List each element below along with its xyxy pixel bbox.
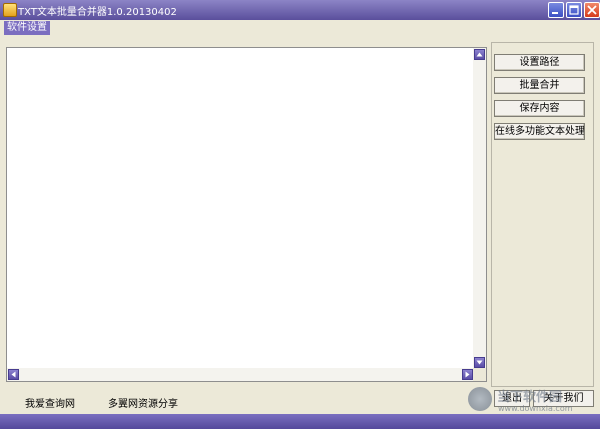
app-icon (3, 3, 17, 17)
online-text-tool-button[interactable]: 在线多功能文本处理 (494, 123, 585, 140)
close-icon (587, 5, 597, 15)
save-content-button[interactable]: 保存内容 (494, 100, 585, 117)
vertical-scrollbar[interactable] (473, 48, 486, 369)
minimize-icon (552, 12, 558, 14)
footer-bar (0, 414, 600, 429)
scroll-right-button[interactable] (462, 369, 473, 380)
title-bar[interactable]: TXT文本批量合并器1.0.20130402 (0, 0, 600, 20)
menu-item-settings[interactable]: 软件设置 (4, 21, 50, 35)
set-path-button[interactable]: 设置路径 (494, 54, 585, 71)
horizontal-scrollbar[interactable] (7, 368, 474, 381)
arrow-left-icon (11, 371, 16, 378)
arrow-right-icon (465, 371, 470, 378)
window-title: TXT文本批量合并器1.0.20130402 (18, 7, 177, 18)
maximize-icon (569, 5, 579, 15)
arrow-up-icon (476, 52, 483, 57)
close-button[interactable] (584, 2, 600, 18)
watermark-url: www.downxia.com (498, 404, 573, 413)
scrollbar-corner (473, 368, 486, 381)
link-woaichaxun[interactable]: 我爱查询网 (25, 395, 75, 410)
scroll-left-button[interactable] (8, 369, 19, 380)
app-window: TXT文本批量合并器1.0.20130402 软件设置 设置路径 批量合并 保存… (0, 0, 600, 429)
maximize-button[interactable] (566, 2, 582, 18)
scroll-down-button[interactable] (474, 357, 485, 368)
text-content-area (6, 47, 487, 382)
batch-merge-button[interactable]: 批量合并 (494, 77, 585, 94)
link-duoyi-share[interactable]: 多翼网资源分享 (108, 395, 178, 410)
watermark-site-name: 当下软件园 (497, 390, 563, 405)
watermark-logo-icon (468, 387, 492, 411)
minimize-button[interactable] (548, 2, 564, 18)
menu-bar: 软件设置 (0, 20, 600, 37)
arrow-down-icon (476, 360, 483, 365)
content-text[interactable] (7, 48, 474, 369)
scroll-up-button[interactable] (474, 49, 485, 60)
